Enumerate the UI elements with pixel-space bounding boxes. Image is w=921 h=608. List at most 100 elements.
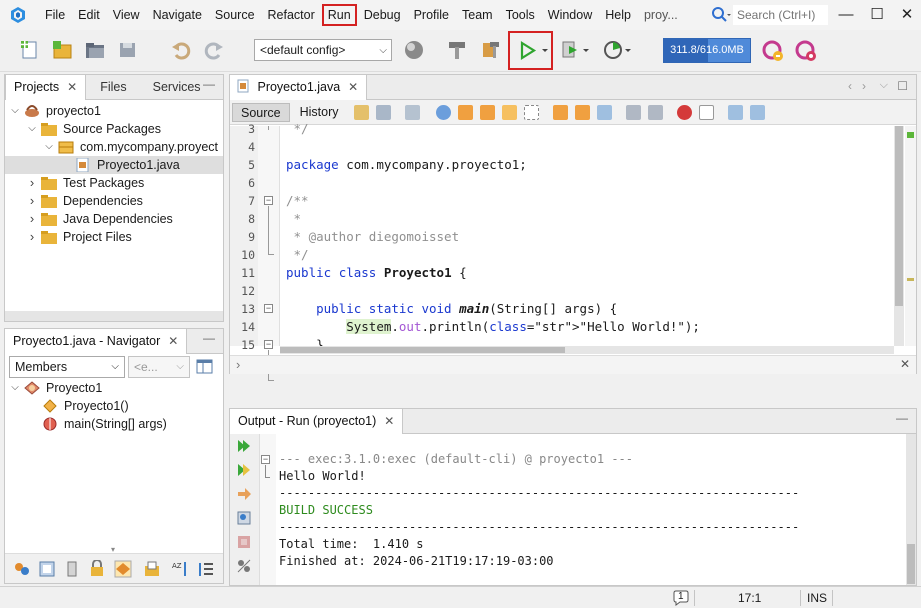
editor-vertical-scrollbar[interactable] [894,126,904,346]
members-filter-select[interactable]: Members ⌵ [9,356,125,378]
next-bookmark-icon[interactable] [574,104,590,120]
code-line[interactable]: System.out.println(class="str">"Hello Wo… [286,318,700,336]
minimize-panel-icon[interactable]: — [896,411,908,425]
toggle-bookmark-icon[interactable] [596,104,612,120]
scroll-thumb[interactable] [895,126,903,306]
settings-icon[interactable] [236,558,252,574]
stop-build-icon[interactable] [236,534,252,550]
javadoc-icon[interactable] [143,560,161,578]
tree-item[interactable]: ⌵ Source Packages [5,120,223,138]
tab-navigator[interactable]: Proyecto1.java - Navigator ✕ [5,329,188,354]
close-icon[interactable]: ✕ [168,334,178,348]
menu-tools[interactable]: Tools [500,4,541,26]
search-field[interactable] [711,4,829,25]
shift-left-icon[interactable] [625,104,641,120]
chevron-right-icon[interactable]: › [236,357,240,372]
toggle-highlight-icon[interactable] [523,104,539,120]
find-icon[interactable] [435,104,451,120]
tab-projects[interactable]: Projects ✕ [5,75,87,100]
scroll-thumb[interactable] [907,544,915,584]
memory-usage-indicator[interactable]: 311.8/616.0MB [663,38,751,63]
record-macro-icon[interactable] [676,104,692,120]
find-selection-icon[interactable] [501,104,517,120]
chevron-down-icon[interactable]: ⌵ [9,102,21,120]
code-line[interactable]: */ [286,120,309,138]
build-hammer-icon[interactable] [446,39,468,61]
code-line[interactable]: * [286,210,302,228]
tree-item[interactable]: Proyecto1.java [5,156,223,174]
find-next-icon[interactable] [479,104,495,120]
static-members-icon[interactable] [63,560,81,578]
tree-item[interactable]: › Dependencies [5,192,223,210]
code-line[interactable]: */ [286,246,309,264]
chevron-down-icon[interactable]: ⌵ [43,138,55,156]
menu-file[interactable]: File [39,4,71,26]
code-line[interactable]: * @author diegomoisset [286,228,460,246]
shift-right-icon[interactable] [647,104,663,120]
close-window-button[interactable]: ✕ [897,4,917,24]
tab-history[interactable]: History [292,103,347,122]
maximize-window-button[interactable]: ☐ [867,4,887,24]
menu-help[interactable]: Help [599,4,637,26]
inherited-members-icon[interactable] [13,560,31,578]
menu-view[interactable]: View [107,4,146,26]
chevron-right-icon[interactable]: › [26,210,38,228]
stop-icon[interactable] [236,510,252,526]
clean-build-icon[interactable] [480,39,502,61]
menu-window[interactable]: Window [542,4,598,26]
open-project-icon[interactable] [84,39,106,61]
chevron-down-icon[interactable]: ⌵ [880,79,888,92]
comment-icon[interactable] [727,104,743,120]
notifications-indicator[interactable]: 1 [672,590,690,606]
chevron-right-icon[interactable]: › [26,228,38,246]
tree-item[interactable]: ⌵ proyecto1 [5,102,223,120]
rerun-with-options-icon[interactable] [236,462,252,478]
output-vertical-scrollbar[interactable] [906,434,916,585]
browser-globe-icon[interactable] [403,39,425,61]
tab-files[interactable]: Files [92,75,134,100]
scroll-thumb[interactable] [280,347,565,353]
sort-by-source-icon[interactable] [197,560,215,578]
tree-item[interactable]: › Java Dependencies [5,210,223,228]
fold-collapse-icon[interactable]: − [264,304,273,313]
menu-navigate[interactable]: Navigate [147,4,208,26]
fully-qualified-names-icon[interactable] [113,559,133,579]
garbage-collect-icon[interactable] [761,39,783,61]
profile-project-icon[interactable] [603,39,631,61]
previous-bookmark-icon[interactable] [552,104,568,120]
navigator-item[interactable]: ⌵ Proyecto1 [5,379,102,397]
navigator-options-icon[interactable] [195,357,215,377]
tab-services[interactable]: Services [145,75,209,100]
back-icon[interactable] [375,104,391,120]
tree-item[interactable]: ⌵ com.mycompany.proyect [5,138,223,156]
tab-source[interactable]: Source [232,102,290,122]
chevron-down-icon[interactable]: ⌵ [26,120,38,138]
close-icon[interactable]: ✕ [900,357,910,371]
menu-edit[interactable]: Edit [72,4,106,26]
minimize-panel-icon[interactable]: — [203,331,215,345]
chevron-right-icon[interactable]: › [26,192,38,210]
horizontal-scrollbar[interactable] [5,311,223,321]
fields-filter-icon[interactable] [38,560,56,578]
configuration-select[interactable]: <default config> ⌵ [254,39,392,61]
tab-proyecto1-java[interactable]: Proyecto1.java ✕ [230,75,368,100]
element-filter-select[interactable]: <e... ⌵ [128,356,190,378]
menu-source[interactable]: Source [209,4,261,26]
menu-team[interactable]: Team [456,4,499,26]
close-icon[interactable]: ✕ [348,80,358,94]
tree-item[interactable]: › Test Packages [5,174,223,192]
fold-collapse-icon[interactable]: − [264,196,273,205]
forward-icon[interactable] [404,104,420,120]
code-line[interactable]: package com.mycompany.proyecto1; [286,156,527,174]
new-project-icon[interactable] [51,39,73,61]
code-line[interactable]: /** [286,192,309,210]
non-public-members-icon[interactable] [88,560,106,578]
editor-horizontal-scrollbar[interactable] [280,346,894,354]
close-icon[interactable]: ✕ [384,414,394,428]
debug-project-icon[interactable] [561,39,589,61]
close-icon[interactable]: ✕ [67,80,77,94]
save-all-icon[interactable] [117,39,139,61]
navigator-item[interactable]: Proyecto1() [5,397,129,415]
menu-debug[interactable]: Debug [358,4,407,26]
new-file-icon[interactable] [19,39,41,61]
